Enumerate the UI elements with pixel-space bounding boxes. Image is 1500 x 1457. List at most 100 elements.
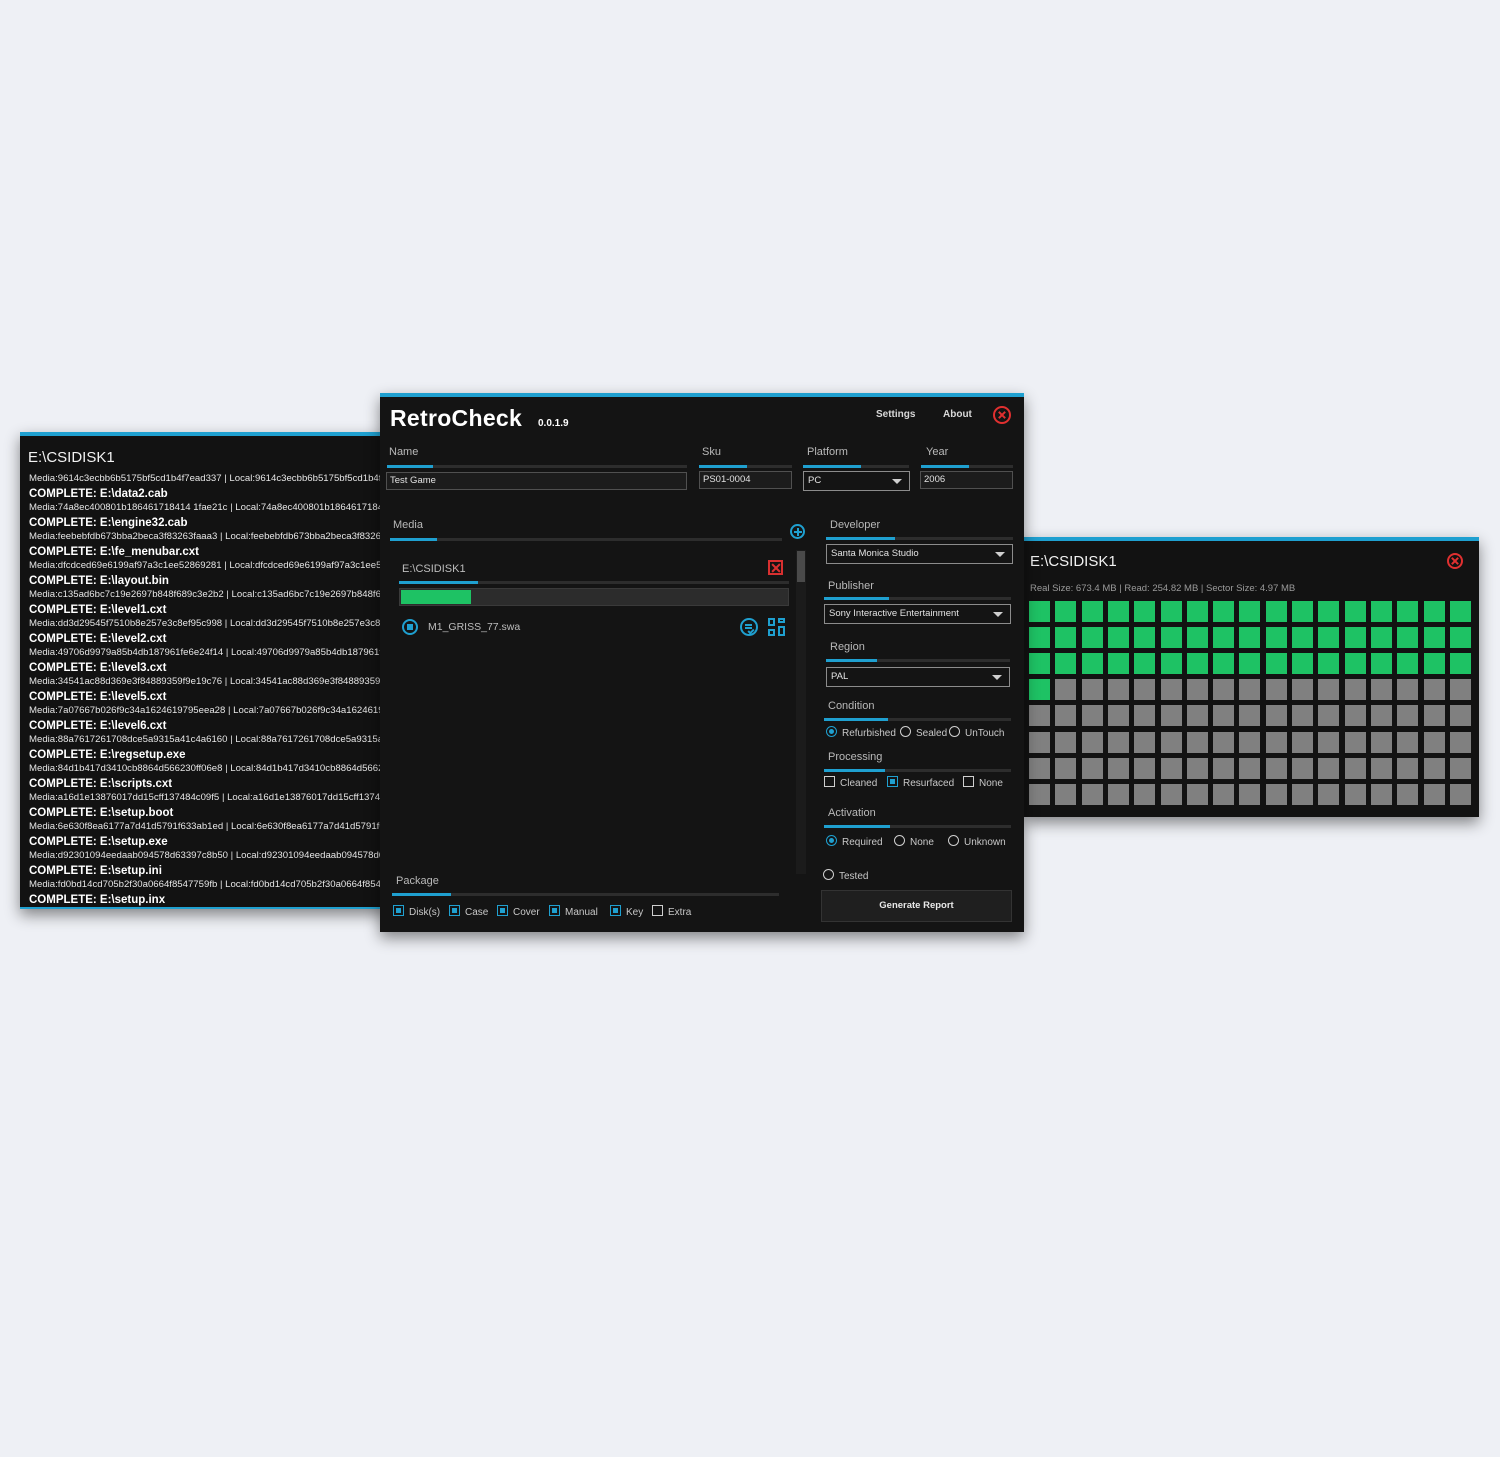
log-complete-line: COMPLETE: E:\setup.exe — [29, 835, 168, 848]
package-key-checkbox[interactable]: Key — [610, 905, 643, 918]
verify-icon[interactable] — [740, 618, 758, 636]
platform-dropdown[interactable]: PC — [803, 471, 910, 491]
media-underline — [390, 538, 782, 541]
publisher-dropdown[interactable]: Sony Interactive Entertainment — [824, 604, 1011, 624]
chevron-down-icon — [993, 612, 1003, 617]
activation-required-radio[interactable]: Required — [826, 835, 883, 848]
processing-resurfaced-checkbox[interactable]: Resurfaced — [887, 776, 954, 789]
sector-cell-read — [1318, 653, 1339, 674]
package-option-label: Cover — [513, 907, 540, 918]
package-option-label: Manual — [565, 907, 598, 918]
sector-cell-read — [1424, 601, 1445, 622]
sector-cell-unread — [1371, 679, 1392, 700]
app-close-icon[interactable] — [993, 406, 1011, 424]
log-media-line: Media:88a7617261708dce5a9315a41c4a6160 |… — [29, 734, 389, 745]
sector-cell-unread — [1134, 679, 1155, 700]
processing-none-checkbox[interactable]: None — [963, 776, 1003, 789]
sector-cell-read — [1292, 601, 1313, 622]
package-option-label: Extra — [668, 907, 692, 918]
log-complete-line: COMPLETE: E:\setup.inx — [29, 893, 166, 906]
processing-underline — [824, 769, 1011, 772]
processing-option-label: Resurfaced — [903, 778, 955, 789]
sector-cell-read — [1450, 601, 1471, 622]
condition-sealed-radio[interactable]: Sealed — [900, 726, 947, 739]
processing-checkbox-mark — [824, 776, 835, 787]
package-disk-s-checkbox[interactable]: Disk(s) — [393, 905, 440, 918]
sector-cell-read — [1134, 601, 1155, 622]
media-label: Media — [393, 519, 423, 531]
package-case-checkbox[interactable]: Case — [449, 905, 488, 918]
sector-cell-read — [1266, 601, 1287, 622]
sector-cell-unread — [1424, 758, 1445, 779]
settings-link[interactable]: Settings — [876, 409, 915, 420]
developer-dropdown[interactable]: Santa Monica Studio — [826, 544, 1013, 564]
sector-window-close-icon[interactable] — [1447, 553, 1463, 569]
sector-cell-unread — [1239, 679, 1260, 700]
sector-cell-unread — [1161, 784, 1182, 805]
log-media-line: Media:a16d1e13876017dd15cff137484c09f5 |… — [29, 792, 389, 803]
sector-cell-read — [1055, 653, 1076, 674]
activation-none-radio[interactable]: None — [894, 835, 934, 848]
sector-cell-unread — [1397, 732, 1418, 753]
package-manual-checkbox[interactable]: Manual — [549, 905, 598, 918]
package-option-label: Disk(s) — [409, 907, 441, 918]
condition-label: Condition — [828, 700, 875, 712]
sector-cell-read — [1371, 601, 1392, 622]
package-checkbox-mark — [652, 905, 663, 916]
sector-cell-read — [1108, 601, 1129, 622]
sector-cell-read — [1318, 627, 1339, 648]
activation-label: Activation — [828, 807, 876, 819]
sector-cell-read — [1239, 653, 1260, 674]
remove-disk-icon[interactable] — [768, 560, 783, 575]
condition-refurbished-radio[interactable]: Refurbished — [826, 726, 896, 739]
sector-cell-read — [1213, 601, 1234, 622]
log-media-line: Media:feebebfdb673bba2beca3f83263faaa3 |… — [29, 531, 389, 542]
sector-cell-read — [1108, 653, 1129, 674]
sector-cell-unread — [1213, 679, 1234, 700]
developer-underline — [826, 537, 1013, 540]
sector-cell-unread — [1213, 758, 1234, 779]
activation-radio-mark — [826, 835, 837, 846]
name-input[interactable]: Test Game — [386, 472, 687, 490]
log-list: Media:9614c3ecbb6b5175bf5cd1b4f7ead337 |… — [29, 472, 389, 907]
generate-report-button[interactable]: Generate Report — [821, 890, 1012, 922]
package-extra-checkbox[interactable]: Extra — [652, 905, 691, 918]
sku-input[interactable]: PS01-0004 — [699, 471, 792, 489]
sector-cell-unread — [1318, 732, 1339, 753]
publisher-value: Sony Interactive Entertainment — [829, 608, 959, 619]
chevron-down-icon — [892, 479, 902, 484]
sector-cell-read — [1239, 601, 1260, 622]
sector-cell-unread — [1239, 705, 1260, 726]
media-scrollbar-thumb[interactable] — [797, 551, 805, 582]
app-title: RetroCheck — [390, 405, 523, 431]
sector-cell-unread — [1371, 732, 1392, 753]
log-complete-line: COMPLETE: E:\engine32.cab — [29, 516, 188, 529]
package-cover-checkbox[interactable]: Cover — [497, 905, 540, 918]
condition-untouch-radio[interactable]: UnTouch — [949, 726, 1004, 739]
year-input[interactable]: 2006 — [920, 471, 1013, 489]
tested-radio-mark — [823, 869, 834, 880]
log-complete-line: COMPLETE: E:\regsetup.exe — [29, 748, 186, 761]
sector-cell-unread — [1108, 784, 1129, 805]
sector-cell-unread — [1424, 732, 1445, 753]
activation-unknown-radio[interactable]: Unknown — [948, 835, 1006, 848]
sector-cell-read — [1055, 601, 1076, 622]
year-underline — [921, 465, 1013, 468]
sector-cell-unread — [1318, 679, 1339, 700]
year-label: Year — [926, 446, 949, 458]
add-media-button[interactable] — [790, 524, 805, 539]
processing-cleaned-checkbox[interactable]: Cleaned — [824, 776, 877, 789]
sector-map-icon[interactable] — [768, 618, 786, 636]
sector-cell-unread — [1450, 705, 1471, 726]
stop-icon[interactable] — [402, 619, 418, 635]
sector-cell-unread — [1266, 679, 1287, 700]
about-link[interactable]: About — [943, 409, 972, 420]
region-dropdown[interactable]: PAL — [826, 667, 1010, 687]
package-checkbox-mark — [393, 905, 404, 916]
sector-cell-read — [1371, 653, 1392, 674]
log-complete-line: COMPLETE: E:\level1.cxt — [29, 603, 167, 616]
media-scrollbar[interactable] — [796, 550, 806, 874]
sector-cell-unread — [1371, 784, 1392, 805]
sector-cell-unread — [1397, 758, 1418, 779]
tested-radio[interactable]: Tested — [823, 869, 868, 882]
